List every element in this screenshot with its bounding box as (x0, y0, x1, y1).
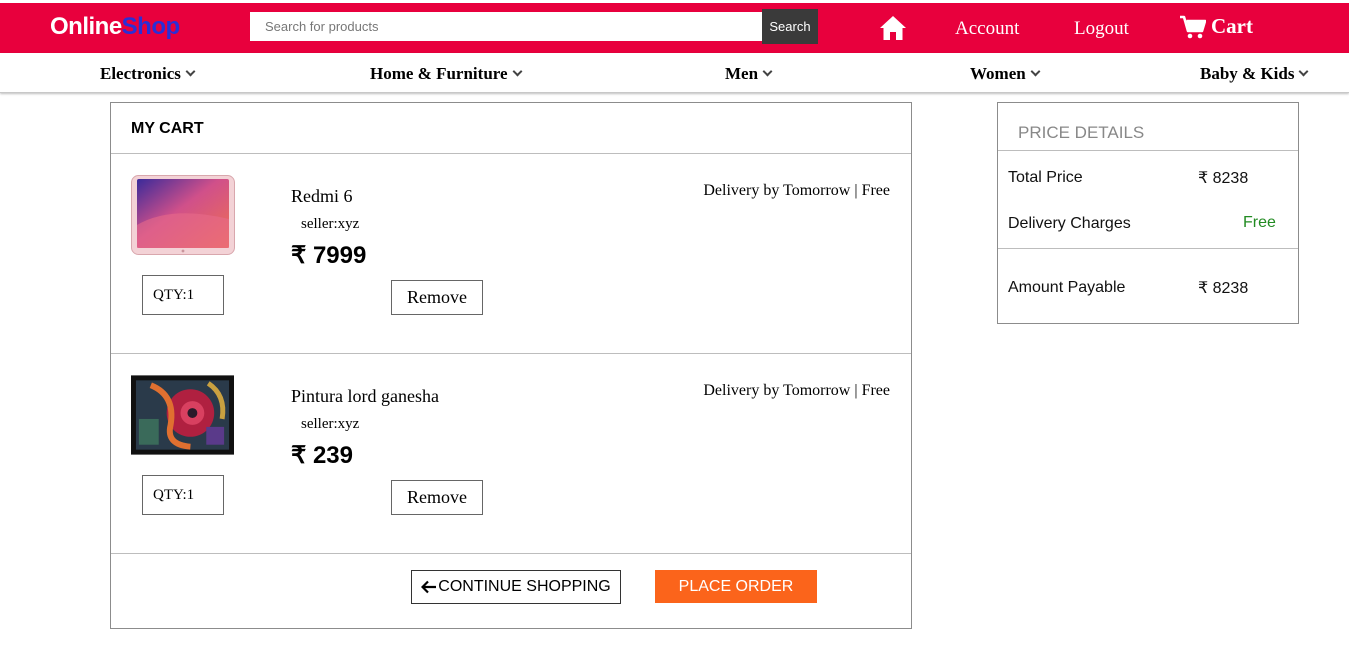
category-label: Men (725, 64, 759, 83)
place-order-button[interactable]: PLACE ORDER (655, 570, 817, 603)
cart-title: MY CART (131, 120, 204, 137)
site-logo[interactable]: OnlineShop (50, 13, 180, 41)
product-price: ₹ 239 (291, 442, 353, 469)
chevron-down-icon (1030, 66, 1041, 77)
shopping-cart-icon (1180, 15, 1206, 38)
remove-button[interactable]: Remove (391, 280, 483, 315)
chevron-down-icon (512, 66, 523, 77)
cart-label: Cart (1211, 14, 1253, 38)
painting-product-image[interactable] (131, 375, 234, 455)
amount-payable-label: Amount Payable (1008, 279, 1126, 296)
account-link[interactable]: Account (955, 18, 1019, 40)
total-price-label: Total Price (1008, 169, 1083, 186)
total-price-value: ₹ 8238 (1198, 170, 1249, 187)
category-label: Electronics (100, 64, 181, 83)
delivery-info: Delivery by Tomorrow | Free (703, 182, 890, 199)
category-electronics[interactable]: Electronics (100, 64, 196, 84)
search-button[interactable]: Search (762, 9, 818, 44)
category-label: Women (970, 64, 1026, 83)
category-baby-kids[interactable]: Baby & Kids (1200, 64, 1309, 84)
continue-shopping-button[interactable]: CONTINUE SHOPPING (411, 570, 621, 604)
delivery-info: Delivery by Tomorrow | Free (703, 382, 890, 399)
phone-product-image[interactable] (131, 175, 235, 255)
category-men[interactable]: Men (725, 64, 773, 84)
product-name[interactable]: Redmi 6 (291, 186, 353, 207)
delivery-charges-value: Free (1243, 214, 1276, 231)
category-women[interactable]: Women (970, 64, 1041, 84)
product-name[interactable]: Pintura lord ganesha (291, 386, 439, 407)
logo-part-online: Online (50, 13, 122, 40)
continue-shopping-label: CONTINUE SHOPPING (438, 578, 611, 595)
remove-button[interactable]: Remove (391, 480, 483, 515)
product-price: ₹ 7999 (291, 242, 367, 269)
delivery-charges-label: Delivery Charges (1008, 215, 1131, 232)
divider (111, 553, 911, 554)
logo-part-shop: Shop (121, 13, 181, 40)
category-label: Home & Furniture (370, 64, 508, 83)
top-navbar: OnlineShop Search Account Logout Cart (0, 3, 1349, 53)
chevron-down-icon (185, 66, 196, 77)
quantity-field[interactable]: QTY:1 (142, 275, 224, 315)
cart-panel: MY CART QTY:1 Redmi 6 seller:xyz ₹ 7999 … (110, 102, 912, 629)
price-details-panel: PRICE DETAILS Total Price ₹ 8238 Deliver… (997, 102, 1299, 324)
amount-payable-value: ₹ 8238 (1198, 280, 1249, 297)
price-details-title: PRICE DETAILS (1018, 123, 1145, 142)
search-input[interactable] (250, 12, 763, 41)
chevron-down-icon (762, 66, 773, 77)
chevron-down-icon (1299, 66, 1309, 77)
cart-link[interactable]: Cart (1180, 14, 1253, 39)
cart-item: QTY:1 Pintura lord ganesha seller:xyz ₹ … (111, 354, 911, 553)
category-label: Baby & Kids (1200, 64, 1295, 83)
arrow-left-icon (421, 580, 437, 594)
divider (998, 150, 1298, 151)
seller-name: seller:xyz (301, 416, 360, 432)
quantity-field[interactable]: QTY:1 (142, 475, 224, 515)
home-icon[interactable] (879, 15, 907, 41)
logout-link[interactable]: Logout (1074, 18, 1129, 40)
seller-name: seller:xyz (301, 216, 360, 232)
divider (998, 248, 1298, 249)
category-bar: Electronics Home & Furniture Men Women B… (0, 53, 1349, 93)
category-home-furniture[interactable]: Home & Furniture (370, 64, 523, 84)
cart-item: QTY:1 Redmi 6 seller:xyz ₹ 7999 Remove D… (111, 154, 911, 353)
